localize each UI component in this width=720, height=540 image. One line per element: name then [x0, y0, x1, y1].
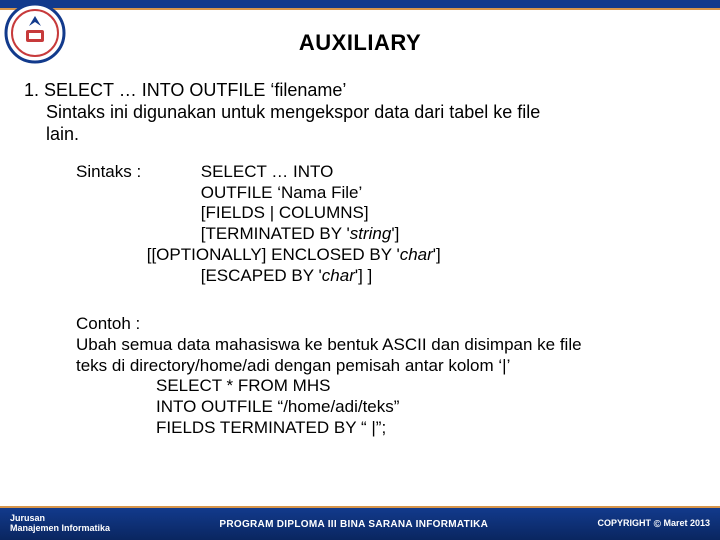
example-sql-line: SELECT * FROM MHS — [76, 376, 702, 397]
syntax-line: OUTFILE ‘Nama File’ — [201, 183, 363, 202]
syntax-body: SELECT … INTO OUTFILE ‘Nama File’ [FIELD… — [201, 162, 441, 286]
footer-copyright: COPYRIGHT © Maret 2013 — [598, 518, 720, 529]
top-border-bar — [0, 0, 720, 10]
example-sql-line: INTO OUTFILE “/home/adi/teks” — [76, 397, 702, 418]
syntax-line: [FIELDS | COLUMNS] — [201, 203, 369, 222]
example-sql-line: FIELDS TERMINATED BY “ |”; — [76, 418, 702, 439]
example-line: Contoh : — [76, 314, 702, 335]
footer-department: Jurusan Manajemen Informatika — [0, 514, 110, 534]
intro-paragraph: 1. SELECT … INTO OUTFILE ‘filename’ Sint… — [18, 80, 702, 146]
intro-line: 1. SELECT … INTO OUTFILE ‘filename’ — [24, 80, 702, 102]
syntax-line: [ESCAPED BY 'char'] ] — [201, 266, 373, 285]
syntax-line: SELECT … INTO — [201, 162, 334, 181]
intro-line: lain. — [24, 124, 702, 146]
copyright-icon: © — [654, 519, 661, 530]
slide-content: AUXILIARY 1. SELECT … INTO OUTFILE ‘file… — [18, 30, 702, 439]
footer-left-l2: Manajemen Informatika — [10, 524, 110, 534]
syntax-block: Sintaks : SELECT … INTO OUTFILE ‘Nama Fi… — [18, 162, 702, 286]
syntax-label: Sintaks : — [76, 162, 196, 183]
footer-program: PROGRAM DIPLOMA III BINA SARANA INFORMAT… — [110, 519, 598, 530]
example-line: Ubah semua data mahasiswa ke bentuk ASCI… — [76, 335, 702, 356]
intro-line: Sintaks ini digunakan untuk mengekspor d… — [24, 102, 702, 124]
slide-title: AUXILIARY — [18, 30, 702, 56]
footer-bar: Jurusan Manajemen Informatika PROGRAM DI… — [0, 506, 720, 540]
syntax-line: [[OPTIONALLY] ENCLOSED BY 'char'] — [147, 245, 441, 264]
example-line: teks di directory/home/adi dengan pemisa… — [76, 356, 702, 377]
example-block: Contoh : Ubah semua data mahasiswa ke be… — [18, 314, 702, 438]
syntax-line: [TERMINATED BY 'string'] — [201, 224, 400, 243]
